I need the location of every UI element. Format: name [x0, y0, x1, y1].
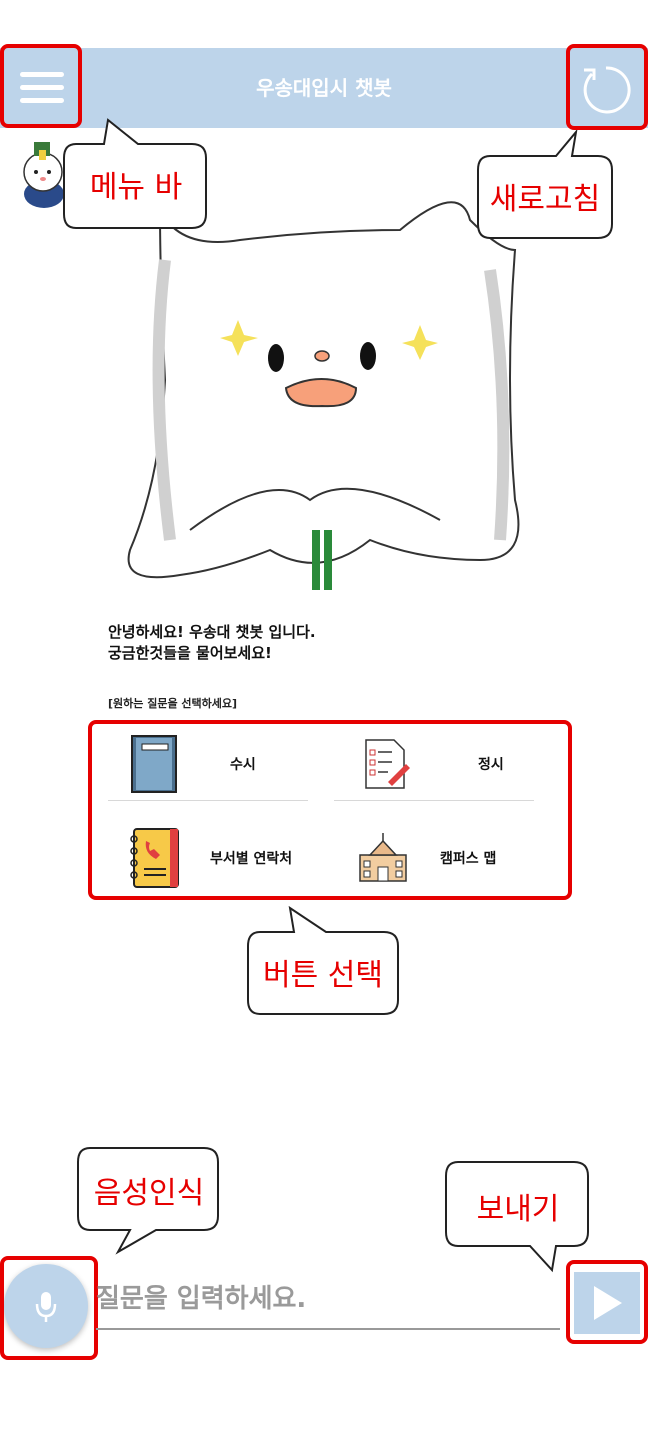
checklist-icon: [365, 739, 410, 789]
callout-voice-label: 음성인식: [93, 1176, 205, 1211]
button-susi-label: 수시: [230, 757, 256, 773]
grid-divider-right: [334, 800, 534, 801]
hamburger-icon: [20, 72, 64, 103]
button-susi[interactable]: 수시: [128, 732, 328, 796]
callout-send-label: 보내기: [476, 1192, 560, 1227]
button-jeongsi-label: 정시: [478, 757, 504, 773]
school-building-icon: [359, 833, 407, 882]
mascot-avatar: [23, 142, 64, 208]
greeting-line-1: 안녕하세요! 우송대 챗봇 입니다.: [108, 623, 316, 641]
send-button-highlight: [566, 1260, 648, 1344]
question-input[interactable]: [96, 1284, 556, 1314]
callout-menu-label: 메뉴 바: [89, 170, 183, 205]
quick-reply-grid: 수시 정시 부서별 연락처 캠퍼스 맵: [88, 720, 572, 900]
button-campus-map[interactable]: 캠퍼스 맵: [356, 826, 566, 890]
refresh-button[interactable]: [566, 44, 648, 130]
grid-divider-left: [108, 800, 308, 801]
button-contacts-label: 부서별 연락처: [210, 851, 293, 867]
menu-button[interactable]: [0, 44, 82, 128]
phonebook-icon: [130, 828, 179, 888]
button-campus-map-label: 캠퍼스 맵: [440, 851, 497, 867]
voice-button-highlight: [0, 1256, 98, 1360]
ghost-mascot-illustration: [127, 201, 520, 590]
selection-hint: [원하는 질문을 선택하세요]: [108, 697, 238, 710]
input-underline: [96, 1328, 560, 1330]
page-title: 우송대입시 챗봇: [256, 76, 392, 100]
button-contacts[interactable]: 부서별 연락처: [128, 826, 348, 890]
button-jeongsi[interactable]: 정시: [360, 732, 560, 796]
notebook-icon: [131, 735, 177, 793]
bot-greeting: 안녕하세요! 우송대 챗봇 입니다. 궁금한것들을 물어보세요!: [108, 622, 316, 664]
callout-refresh-label: 새로고침: [489, 182, 601, 217]
greeting-line-2: 궁금한것들을 물어보세요!: [108, 644, 272, 662]
refresh-icon: [583, 66, 631, 114]
callout-buttons-label: 버튼 선택: [263, 958, 383, 993]
